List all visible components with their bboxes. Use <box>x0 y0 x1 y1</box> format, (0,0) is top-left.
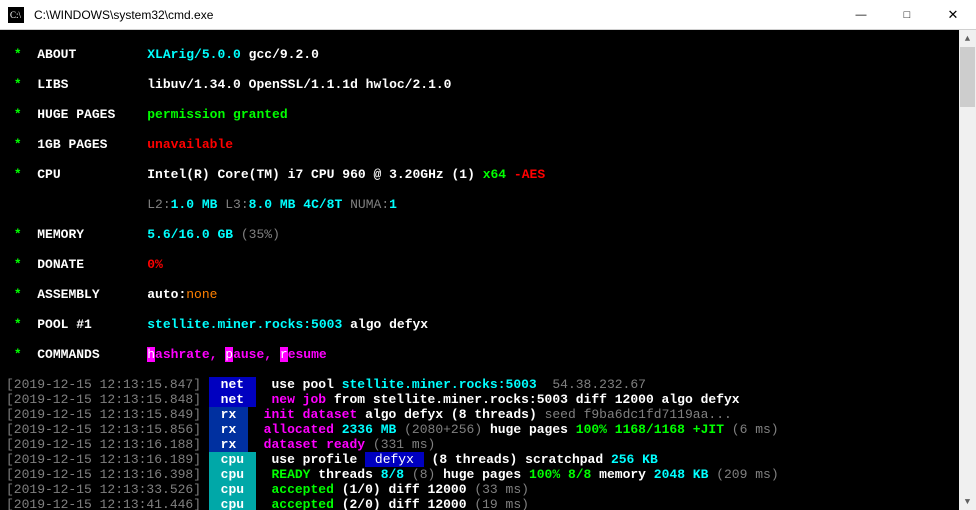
pool-label: POOL #1 <box>37 317 147 332</box>
log-line: [2019-12-15 12:13:41.446] cpu accepted (… <box>6 497 970 510</box>
about-name: XLArig/5.0.0 <box>147 47 241 62</box>
cpu-tag: cpu <box>209 467 256 482</box>
rx-tag: rx <box>209 407 248 422</box>
rx-tag: rx <box>209 437 248 452</box>
donate-label: DONATE <box>37 257 147 272</box>
window-title: C:\WINDOWS\system32\cmd.exe <box>32 8 838 22</box>
cpu-tag: cpu <box>209 452 256 467</box>
memory-label: MEMORY <box>37 227 147 242</box>
vertical-scrollbar[interactable]: ▲ ▼ <box>959 30 976 510</box>
rx-tag: rx <box>209 422 248 437</box>
cpu-model: Intel(R) Core(TM) i7 CPU 960 @ 3.20GHz (… <box>147 167 475 182</box>
memory-value: 5.6/16.0 GB <box>147 227 233 242</box>
log-line: [2019-12-15 12:13:15.848] net new job fr… <box>6 392 970 407</box>
hugepages-label: HUGE PAGES <box>37 107 147 122</box>
log-area: [2019-12-15 12:13:15.847] net use pool s… <box>6 377 970 510</box>
donate-value: 0% <box>147 257 163 272</box>
about-label: ABOUT <box>37 47 147 62</box>
assembly-label: ASSEMBLY <box>37 287 147 302</box>
pool-value: stellite.miner.rocks:5003 <box>147 317 342 332</box>
commands-label: COMMANDS <box>37 347 147 362</box>
net-tag: net <box>209 392 256 407</box>
libs-value: libuv/1.34.0 OpenSSL/1.1.1d hwloc/2.1.0 <box>147 77 451 92</box>
net-tag: net <box>209 377 256 392</box>
svg-text:C:\: C:\ <box>10 10 22 20</box>
cpu-tag: cpu <box>209 497 256 510</box>
cpu-aes: -AES <box>514 167 545 182</box>
memory-pct: (35%) <box>241 227 280 242</box>
log-line: [2019-12-15 12:13:15.849] rx init datase… <box>6 407 970 422</box>
cmd-icon: C:\ <box>8 7 24 23</box>
log-line: [2019-12-15 12:13:16.398] cpu READY thre… <box>6 467 970 482</box>
scroll-down-icon[interactable]: ▼ <box>959 493 976 510</box>
log-line: [2019-12-15 12:13:16.188] rx dataset rea… <box>6 437 970 452</box>
log-line: [2019-12-15 12:13:16.189] cpu use profil… <box>6 452 970 467</box>
cpu-label: CPU <box>37 167 147 182</box>
onegb-label: 1GB PAGES <box>37 137 147 152</box>
cpu-x64: x64 <box>483 167 506 182</box>
window-maximize-button[interactable]: □ <box>884 0 930 30</box>
window-minimize-button[interactable]: — <box>838 0 884 30</box>
log-line: [2019-12-15 12:13:15.847] net use pool s… <box>6 377 970 392</box>
window-close-button[interactable]: ✕ <box>930 0 976 30</box>
about-gcc: gcc/9.2.0 <box>249 47 319 62</box>
scroll-thumb[interactable] <box>960 47 975 107</box>
log-line: [2019-12-15 12:13:33.526] cpu accepted (… <box>6 482 970 497</box>
log-line: [2019-12-15 12:13:15.856] rx allocated 2… <box>6 422 970 437</box>
scroll-up-icon[interactable]: ▲ <box>959 30 976 47</box>
window-titlebar: C:\ C:\WINDOWS\system32\cmd.exe — □ ✕ <box>0 0 976 30</box>
hugepages-value: permission granted <box>147 107 287 122</box>
assembly-value: none <box>186 287 217 302</box>
terminal-output: * ABOUTXLArig/5.0.0 gcc/9.2.0 * LIBSlibu… <box>0 30 976 510</box>
cpu-tag: cpu <box>209 482 256 497</box>
libs-label: LIBS <box>37 77 147 92</box>
onegb-value: unavailable <box>147 137 233 152</box>
